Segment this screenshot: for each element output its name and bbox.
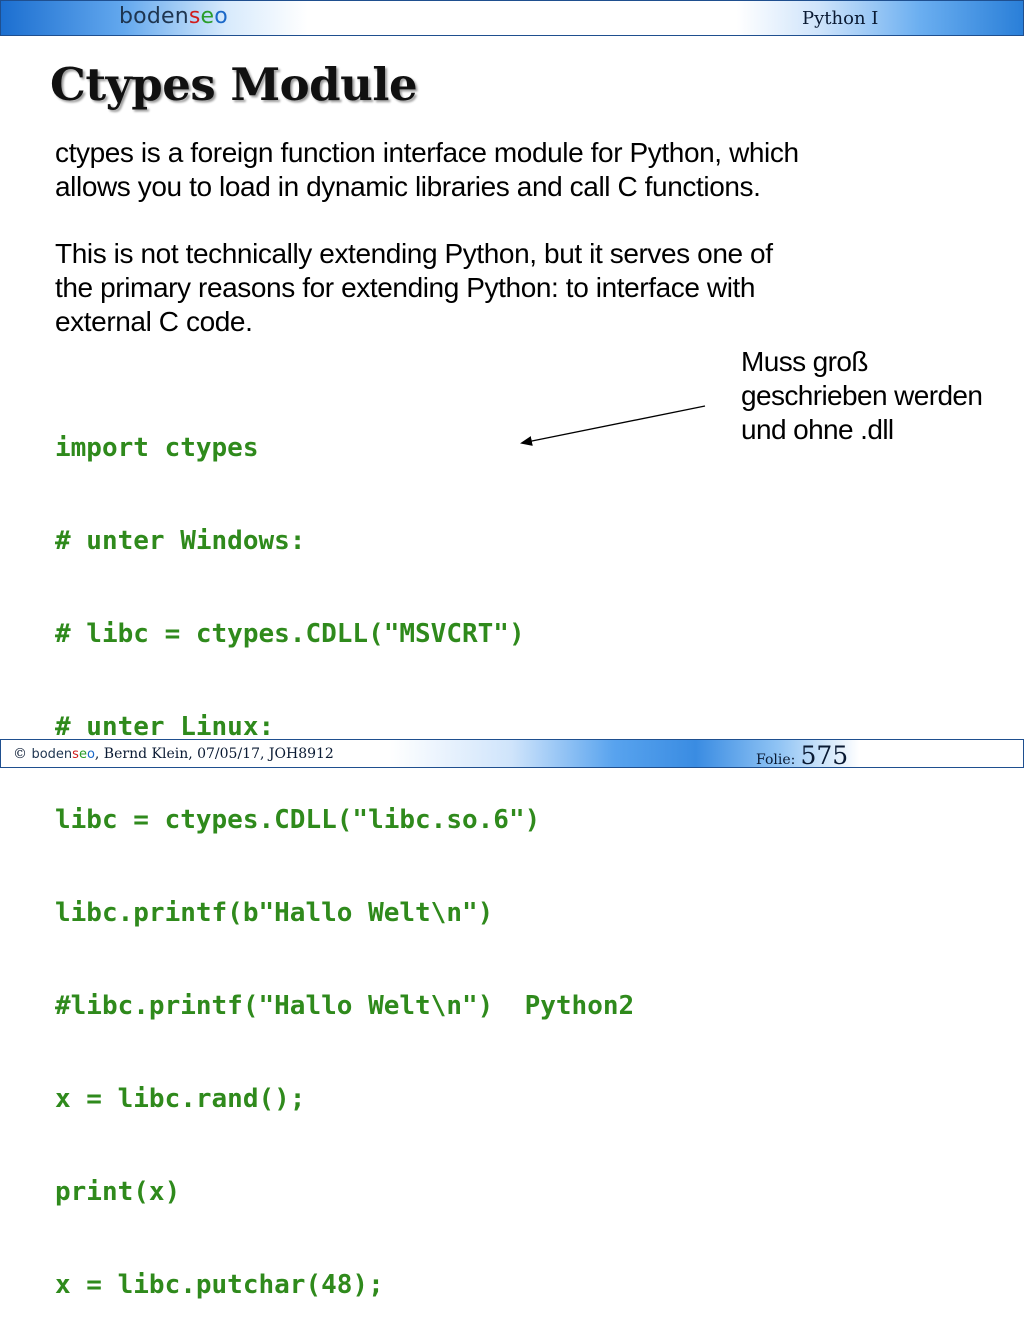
code-line-printf-python2: #libc.printf("Hallo Welt\n") Python2 [55,991,635,1021]
footer-logo: bodenseo [31,747,94,762]
copyright-symbol: © [13,746,27,762]
footer-author-date: , Bernd Klein, 07/05/17, JOH8912 [94,746,334,762]
footer-credits: © bodenseo, Bernd Klein, 07/05/17, JOH89… [13,746,334,762]
code-line-print: print(x) [55,1177,181,1207]
slide-footer-bar: © bodenseo, Bernd Klein, 07/05/17, JOH89… [0,739,1024,770]
code-line-cdll: libc = ctypes.CDLL("libc.so.6") [55,805,541,835]
code-line-printf: libc.printf(b"Hallo Welt\n") [55,898,494,928]
slide-number: Folie: 575 [756,741,848,770]
code-line-rand: x = libc.rand(); [55,1084,306,1114]
footer-logo-s: s [72,747,79,762]
arrow-line [520,405,706,446]
code-line-putchar: x = libc.putchar(48); [55,1270,384,1300]
folio-label: Folie: [756,752,796,768]
footer-logo-e: e [78,747,87,762]
footer-logo-o: o [86,747,95,762]
annotation-arrow [520,405,706,446]
footer-logo-boden: boden [31,747,73,762]
folio-number: 575 [800,741,849,770]
